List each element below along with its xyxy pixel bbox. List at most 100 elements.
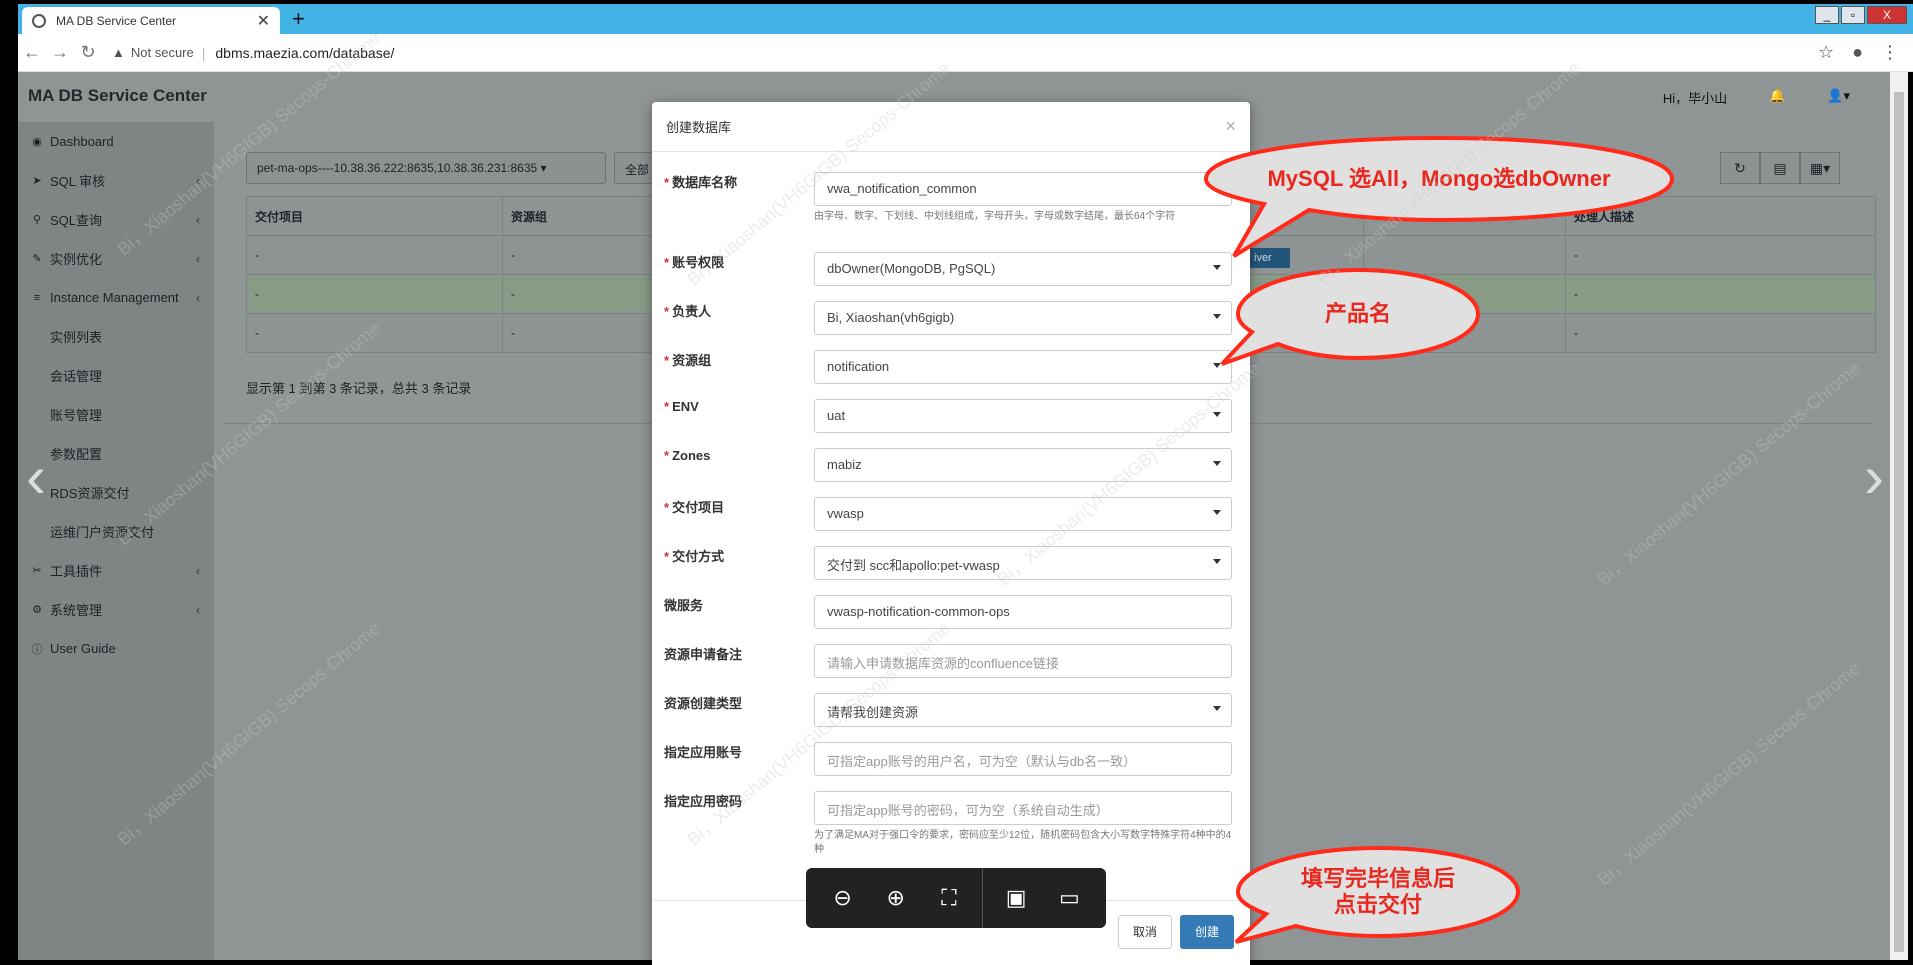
remark-input[interactable]: 请输入申请数据库资源的confluence链接 [814,644,1232,678]
sidebar-item-user-guide[interactable]: ⓘ User Guide [18,629,214,668]
chevron-left-icon: ‹ [196,212,200,227]
close-icon[interactable]: × [1225,116,1236,137]
app-account-input[interactable]: 可指定app账号的用户名，可为空（默认与db名一致） [814,742,1232,776]
sidebar-sub-accounts[interactable]: 账号管理 [18,395,214,434]
sidebar-item-sql-query[interactable]: ⚲ SQL查询 ‹ [18,200,214,239]
account-perm-select[interactable]: dbOwner(MongoDB, PgSQL) [814,252,1232,286]
cancel-button[interactable]: 取消 [1118,915,1172,949]
sidebar-item-sql-audit[interactable]: ➤ SQL 审核 ‹ [18,161,214,200]
page-scrollbar[interactable] [1890,72,1908,960]
sidebar-label: Dashboard [50,134,114,149]
owner-select[interactable]: Bi, Xiaoshan(vh6gigb) [814,301,1232,335]
image-viewer-toolbar: ⊖ ⊕ ⛶ ▣ ▭ [806,868,1106,928]
present-icon[interactable]: ▣ [996,878,1036,918]
chevron-left-icon: ‹ [196,563,200,578]
status-chip[interactable]: iver [1250,248,1290,268]
callout-line: 点击交付 [1333,892,1422,917]
sidebar-label: 实例优化 [50,252,103,267]
sidebar-sub-params[interactable]: 参数配置 [18,434,214,473]
user-icon[interactable]: 👤▾ [1827,88,1850,107]
resource-group-select[interactable]: notification [814,350,1232,384]
columns-icon[interactable]: ▦▾ [1800,152,1840,184]
callout-product-name: 产品名 [1220,267,1481,366]
chevron-left-icon: ‹ [196,251,200,266]
sidebar-sub-instance-list[interactable]: 实例列表 [18,317,214,356]
caret-down-icon [1213,412,1221,417]
db-name-input[interactable]: vwa_notification_common [814,172,1232,206]
create-type-select[interactable]: 请帮我创建资源 [814,693,1232,727]
refresh-icon[interactable]: ↻ [1720,152,1760,184]
sidebar-label: SQL 审核 [50,174,106,189]
rocket-icon: ➤ [32,175,42,187]
caret-down-icon [1213,706,1221,711]
table-cell: - [1565,235,1876,275]
modal-title: 创建数据库 [666,120,732,135]
zoom-in-icon[interactable]: ⊕ [876,878,916,918]
table-cell: - [246,235,503,275]
field-label: * 交付项目 [664,500,725,515]
back-icon[interactable]: ← [18,42,46,63]
sidebar-sub-ops-delivery[interactable]: 运维门户资源交付 [18,512,214,551]
new-tab-button[interactable]: + [292,6,305,32]
address-bar-actions: ☆ ● ⋮ [1818,42,1913,63]
callout-permissions: MySQL 选All，Mongo选dbOwner [1203,135,1675,258]
sidebar-label: Instance Management [50,290,179,305]
profile-icon[interactable]: ● [1852,42,1863,63]
sidebar-label: 工具插件 [50,564,103,579]
close-window-button[interactable]: X [1867,6,1907,24]
sidebar-label: 系统管理 [50,603,103,618]
restore-button[interactable]: ▫ [1841,6,1865,24]
callout-text: 产品名 [1324,301,1391,326]
sidebar-item-system[interactable]: ⚙ 系统管理 ‹ [18,590,214,629]
callout-text: MySQL 选All，Mongo选dbOwner [1267,166,1611,191]
minimize-button[interactable]: _ [1815,6,1839,24]
zones-select[interactable]: mabiz [814,448,1232,482]
window-controls: _ ▫ X [1815,6,1907,24]
scrollbar-thumb[interactable] [1894,92,1904,952]
sidebar-item-dashboard[interactable]: ◉ Dashboard [18,122,214,161]
zoom-out-icon[interactable]: ⊖ [823,878,863,918]
comment-icon[interactable]: ▭ [1049,878,1089,918]
caret-down-icon [1213,314,1221,319]
sidebar-item-optimize[interactable]: ✎ 实例优化 ‹ [18,239,214,278]
forward-icon[interactable]: → [46,42,74,63]
microservice-input[interactable]: vwasp-notification-common-ops [814,595,1232,629]
app-password-input[interactable]: 可指定app账号的密码，可为空（系统自动生成） [814,791,1232,825]
instance-select[interactable]: pet-ma-ops----10.38.36.222:8635,10.38.36… [246,152,606,184]
carousel-prev-icon[interactable]: ‹ [26,442,46,511]
warning-icon: ▲ [112,45,125,60]
chevron-left-icon: ‹ [196,290,200,305]
menu-kebab-icon[interactable]: ⋮ [1881,42,1899,63]
app-title: MA DB Service Center [28,86,207,105]
instance-select-value: pet-ma-ops----10.38.36.222:8635,10.38.36… [257,161,538,175]
url-text[interactable]: dbms.maezia.com/database/ [215,45,394,61]
field-label: 指定应用密码 [664,794,743,809]
sidebar-item-tools[interactable]: ✂ 工具插件 ‹ [18,551,214,590]
toggle-view-icon[interactable]: ▤ [1760,152,1800,184]
security-indicator[interactable]: ▲ Not secure [112,45,194,60]
env-select[interactable]: uat [814,399,1232,433]
sidebar-sub-sessions[interactable]: 会话管理 [18,356,214,395]
sidebar-item-instance-management[interactable]: ≡ Instance Management ‹ [18,278,214,317]
bell-icon[interactable]: 🔔 [1769,88,1785,107]
fullscreen-icon[interactable]: ⛶ [929,878,969,918]
close-tab-icon[interactable]: ✕ [257,11,270,31]
delivery-method-select[interactable]: 交付到 scc和apollo:pet-vwasp [814,546,1232,580]
sidebar-sub-rds-delivery[interactable]: RDS资源交付 [18,473,214,512]
col-header[interactable]: 交付项目 [246,196,503,236]
bookmark-star-icon[interactable]: ☆ [1818,42,1834,63]
info-icon: ⓘ [31,643,43,656]
greeting[interactable]: Hi，毕小山 [1663,88,1727,107]
table-cell: - [1565,274,1876,314]
wrench-icon: ✎ [32,253,42,265]
delivery-project-select[interactable]: vwasp [814,497,1232,531]
sidebar: ◉ Dashboard ➤ SQL 审核 ‹ ⚲ SQL查询 ‹ ✎ 实例优化 ‹ ≡ Inst… [18,122,214,960]
sidebar-label: User Guide [50,641,116,656]
reload-icon[interactable]: ↻ [74,42,102,63]
carousel-next-icon[interactable]: › [1864,442,1884,511]
screen: MA DB Service Center ✕ + _ ▫ X ← → ↻ ▲ No… [0,0,1913,965]
chevron-left-icon: ‹ [196,173,200,188]
browser-tab[interactable]: MA DB Service Center ✕ [22,7,280,35]
caret-down-icon [1213,265,1221,270]
create-button[interactable]: 创建 [1180,915,1234,949]
